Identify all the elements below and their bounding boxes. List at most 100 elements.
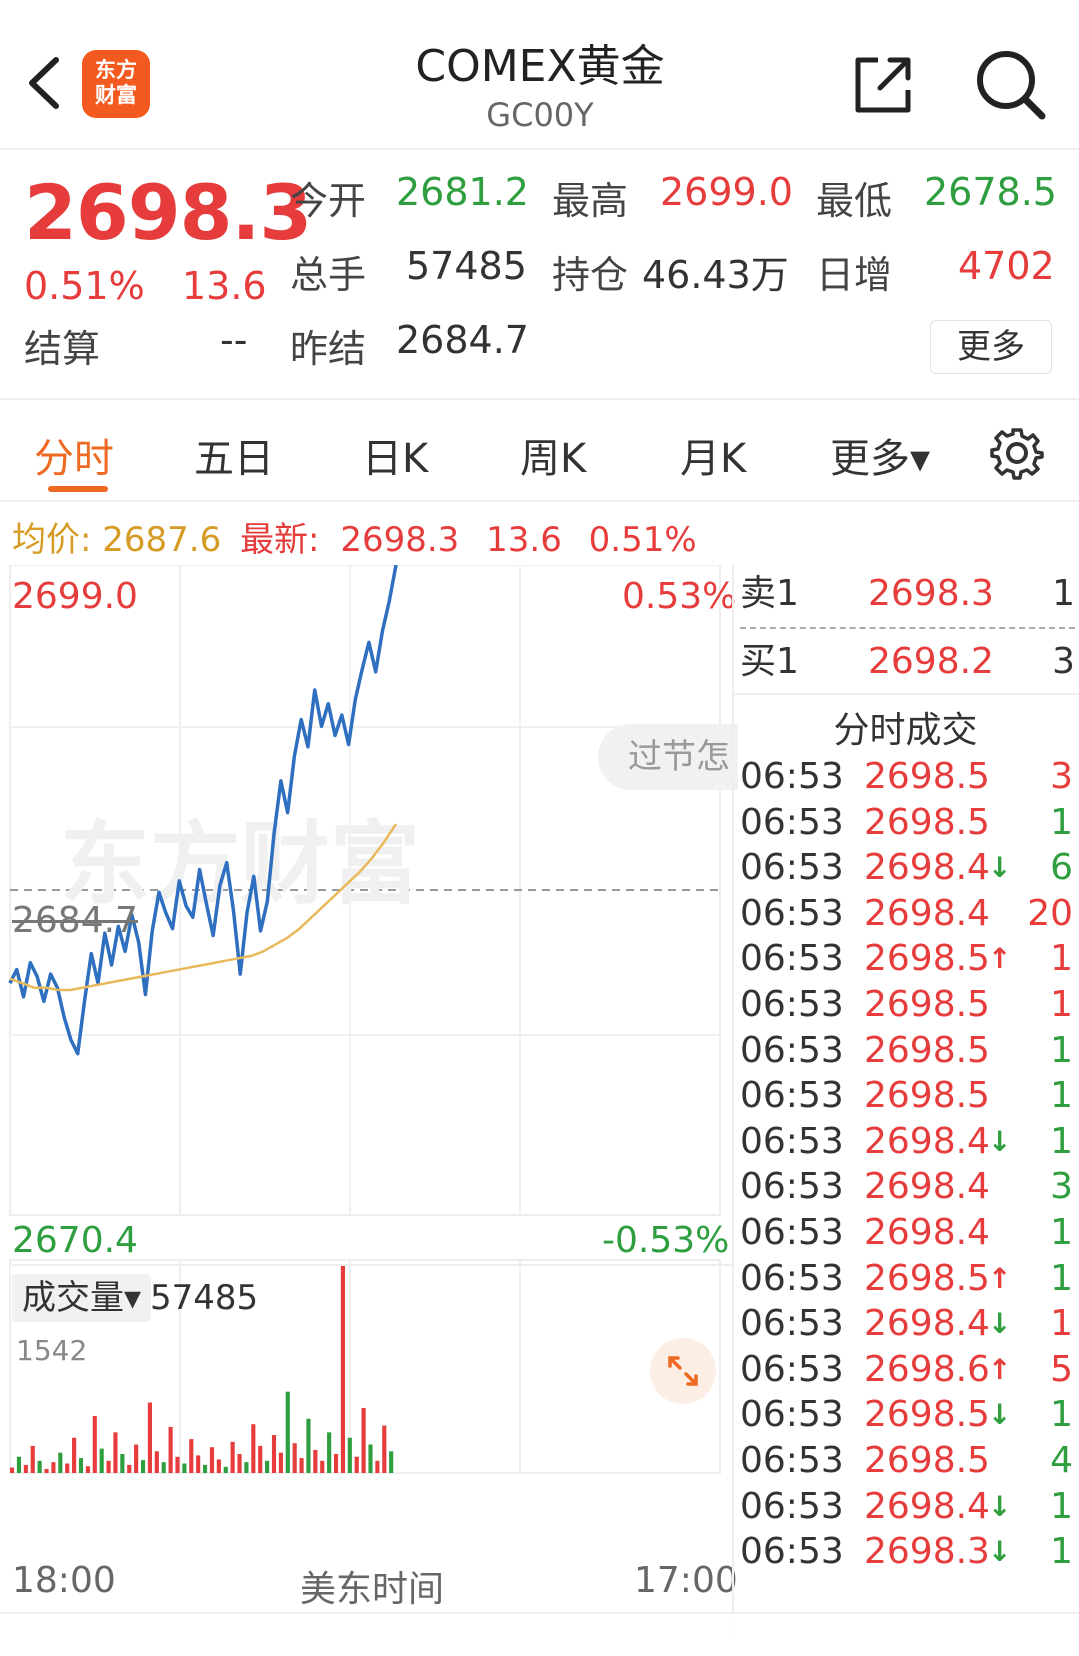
trade-price: 2698.4 bbox=[864, 1303, 990, 1345]
volume-bar bbox=[278, 1452, 283, 1473]
volume-total: 57485 bbox=[150, 1278, 259, 1318]
open-value: 2681.2 bbox=[396, 170, 529, 214]
volume-bar bbox=[147, 1402, 152, 1473]
volume-bar bbox=[58, 1452, 63, 1473]
tab-monthly-k[interactable]: 月K bbox=[680, 426, 746, 484]
tab-weekly-k[interactable]: 周K bbox=[520, 426, 586, 484]
prev-settle-label: 昨结 bbox=[290, 327, 367, 371]
latest-change: 13.6 bbox=[486, 520, 562, 560]
volume-bar bbox=[354, 1456, 359, 1473]
trade-direction-icon: ↓ bbox=[988, 1398, 1012, 1432]
trade-qty: 4 bbox=[1050, 1440, 1073, 1481]
high-label: 最高 bbox=[552, 179, 629, 223]
volume-bar bbox=[382, 1425, 387, 1473]
bid-row: 买1 2698.2 3 bbox=[740, 633, 1075, 691]
ref-price-label: 2684.7 bbox=[12, 900, 138, 941]
share-icon[interactable] bbox=[850, 50, 918, 118]
volume-bar bbox=[237, 1454, 242, 1473]
trade-time: 06:53 bbox=[740, 938, 844, 980]
volume-bar bbox=[333, 1454, 339, 1473]
volume-bar bbox=[285, 1391, 290, 1473]
latest-label: 最新: bbox=[240, 520, 320, 560]
volume-bar bbox=[389, 1451, 394, 1473]
volume-bar bbox=[113, 1432, 118, 1473]
expand-button[interactable] bbox=[650, 1338, 716, 1404]
trade-qty: 1 bbox=[1050, 1394, 1073, 1436]
volume-bar bbox=[196, 1455, 201, 1473]
quote-panel: 2698.3 0.51% 13.6 今开 2681.2 最高 2699.0 最低… bbox=[0, 152, 1079, 400]
tab-daily-k[interactable]: 日K bbox=[362, 426, 428, 484]
volume-bar bbox=[244, 1462, 249, 1473]
back-arrow-icon[interactable] bbox=[20, 48, 70, 118]
volume-bar bbox=[265, 1460, 270, 1473]
trade-price: 2698.5 bbox=[864, 1075, 990, 1117]
volume-value: 57485 bbox=[406, 244, 527, 288]
gear-icon[interactable] bbox=[990, 426, 1044, 480]
trade-price: 2698.4 bbox=[864, 1120, 990, 1162]
tab-five-day[interactable]: 五日 bbox=[194, 426, 274, 484]
volume-bar bbox=[299, 1458, 304, 1473]
open-interest-label: 持仓 bbox=[552, 253, 629, 297]
trade-direction-icon: ↓ bbox=[988, 1124, 1012, 1158]
trade-direction-icon: ↑ bbox=[988, 1352, 1012, 1386]
more-button[interactable]: 更多 bbox=[930, 320, 1052, 374]
trade-qty: 1 bbox=[1050, 1257, 1073, 1299]
trade-price: 2698.4 bbox=[864, 1485, 990, 1527]
trade-direction-icon: ↑ bbox=[988, 1261, 1012, 1295]
volume-bar bbox=[99, 1448, 104, 1473]
trade-price: 2698.5 bbox=[864, 1440, 990, 1481]
volume-label: 总手 bbox=[290, 253, 367, 297]
bid-qty: 3 bbox=[1052, 641, 1075, 682]
trade-time: 06:53 bbox=[740, 1485, 844, 1527]
volume-bar bbox=[44, 1468, 49, 1473]
trade-row: 06:53 2698.5 ↓ 1 bbox=[740, 1391, 1075, 1439]
intraday-chart[interactable]: 东方财富 bbox=[0, 565, 732, 1565]
avg-price-label: 均价: bbox=[12, 520, 92, 560]
tab-more[interactable]: 更多▾ bbox=[830, 426, 930, 484]
trade-price: 2698.4 bbox=[864, 1212, 990, 1253]
promo-banner[interactable]: 过节怎 bbox=[598, 724, 738, 790]
trade-time: 06:53 bbox=[740, 1303, 844, 1345]
volume-bar bbox=[106, 1460, 111, 1473]
volume-bar bbox=[347, 1437, 352, 1473]
volume-bar bbox=[189, 1439, 194, 1473]
tab-intraday[interactable]: 分时 bbox=[34, 426, 114, 484]
trade-direction-icon: ↑ bbox=[988, 942, 1012, 976]
volume-header: 成交量▾ 57485 bbox=[12, 1264, 732, 1324]
ask-price: 2698.3 bbox=[868, 573, 994, 614]
indicator-selector[interactable]: 成交量▾ bbox=[12, 1274, 152, 1322]
volume-bar bbox=[72, 1437, 77, 1473]
ask-row: 卖1 2698.3 1 bbox=[740, 565, 1075, 623]
y-min-label: 2670.4 bbox=[12, 1220, 138, 1261]
trade-direction-icon: ↓ bbox=[988, 1307, 1012, 1341]
volume-bar bbox=[37, 1460, 42, 1473]
time-start-label: 18:00 bbox=[12, 1560, 116, 1601]
volume-bar bbox=[154, 1451, 159, 1473]
trade-row: 06:53 2698.5 1 bbox=[740, 981, 1075, 1029]
volume-bar bbox=[30, 1445, 35, 1473]
trade-direction-icon: ↓ bbox=[988, 851, 1012, 885]
volume-bar bbox=[78, 1458, 84, 1473]
volume-bar bbox=[51, 1462, 56, 1473]
trade-direction-icon: ↓ bbox=[988, 1535, 1012, 1569]
volume-bar bbox=[216, 1459, 221, 1473]
trade-qty: 1 bbox=[1050, 1485, 1073, 1527]
volume-bar bbox=[140, 1460, 146, 1473]
trade-time: 06:53 bbox=[740, 756, 844, 797]
trade-time: 06:53 bbox=[740, 1348, 844, 1390]
volume-bar bbox=[134, 1444, 139, 1473]
trade-qty: 3 bbox=[1050, 756, 1073, 797]
ask-label: 卖1 bbox=[740, 573, 799, 614]
trade-qty: 1 bbox=[1050, 938, 1073, 980]
search-icon[interactable] bbox=[972, 46, 1048, 122]
volume-max-label: 1542 bbox=[16, 1334, 88, 1367]
y-max-label: 2699.0 bbox=[12, 576, 138, 617]
chart-period-tabs: 分时 五日 日K 周K 月K 更多▾ bbox=[0, 402, 1079, 502]
trade-time: 06:53 bbox=[740, 1029, 844, 1071]
trade-time: 06:53 bbox=[740, 1440, 844, 1481]
change-amount: 13.6 bbox=[182, 264, 267, 308]
avg-price-line: 均价: 2687.6 最新: 2698.3 13.6 0.51% bbox=[12, 512, 697, 561]
instrument-code: GC00Y bbox=[486, 96, 594, 134]
trade-row: 06:53 2698.5 4 bbox=[740, 1437, 1075, 1485]
latest-value: 2698.3 bbox=[340, 520, 460, 560]
